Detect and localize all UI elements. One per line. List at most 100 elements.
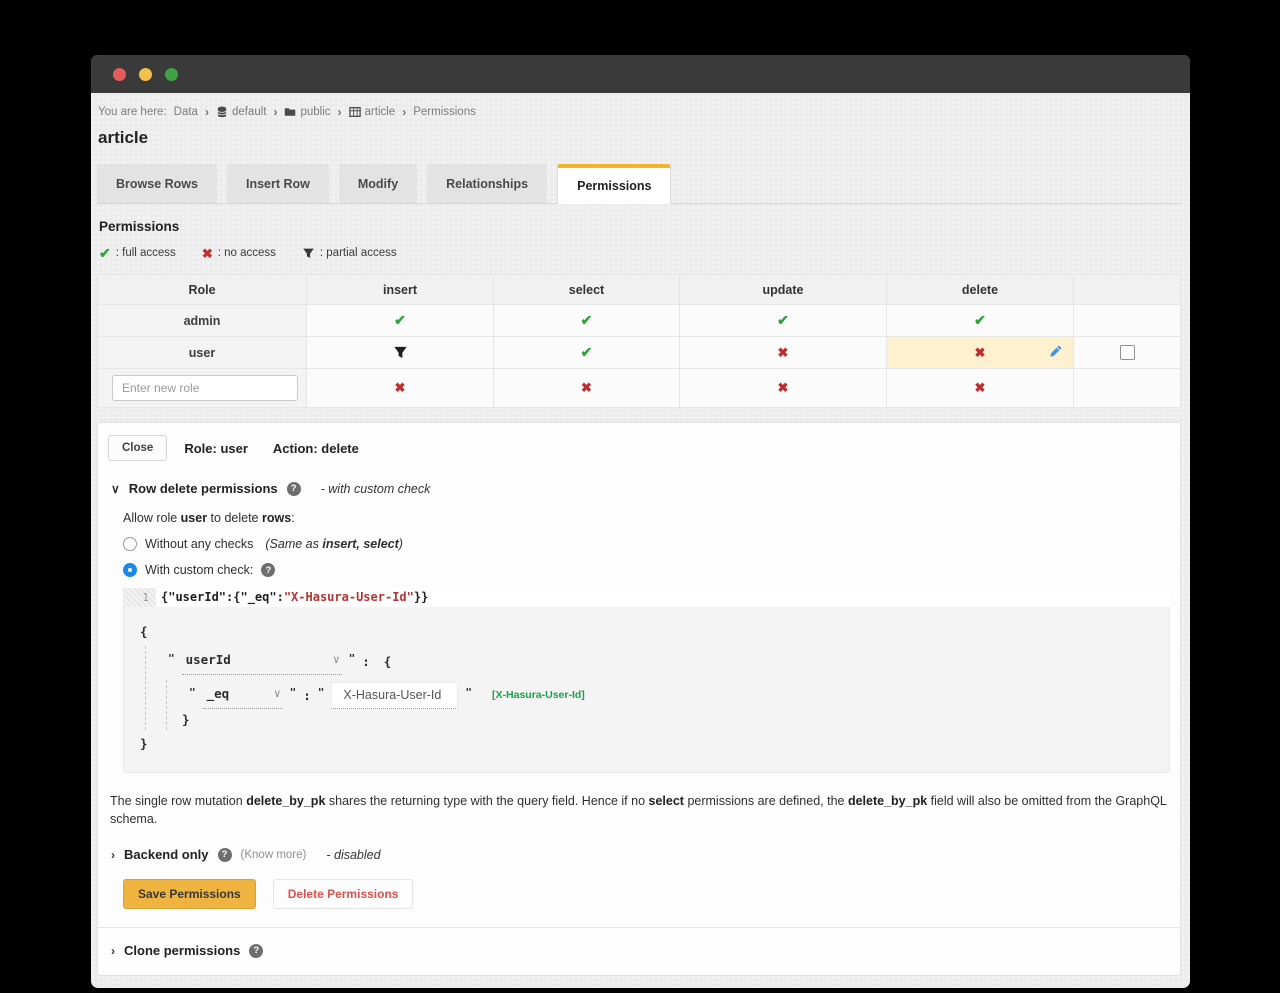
breadcrumb-item-public[interactable]: public — [284, 106, 330, 118]
role-label-user: user — [98, 337, 307, 369]
session-variable-suggestion[interactable]: [X-Hasura-User-Id] — [492, 689, 585, 701]
table-icon — [349, 106, 361, 118]
user-actions-cell — [1074, 337, 1181, 369]
cross-icon: ✖ — [581, 380, 592, 395]
column-header-delete: delete — [887, 275, 1074, 305]
admin-select-cell[interactable]: ✔ — [494, 305, 680, 337]
builder-key-row: " userId∨ " : { — [161, 646, 1157, 676]
builder-level-1: " userId∨ " : { " _eq∨ " : — [145, 646, 1157, 730]
zoom-window-icon[interactable] — [165, 68, 178, 81]
user-insert-cell[interactable] — [307, 337, 494, 369]
new-role-insert-cell[interactable]: ✖ — [307, 369, 494, 408]
line-number: 1 — [123, 588, 156, 607]
editor-role-label: Role: user — [184, 441, 248, 456]
close-button[interactable]: Close — [108, 435, 167, 461]
row-permissions-body: Allow role user to delete rows: Without … — [123, 511, 1170, 773]
close-window-icon[interactable] — [113, 68, 126, 81]
clone-permissions-section-header[interactable]: › Clone permissions ? — [108, 928, 1170, 975]
check-icon: ✔ — [581, 312, 593, 328]
table-row-admin: admin ✔ ✔ ✔ ✔ — [98, 305, 1181, 337]
permission-editor-panel: Close Role: user Action: delete ∨ Row de… — [97, 422, 1181, 976]
new-role-input[interactable] — [112, 375, 298, 401]
save-permissions-button[interactable]: Save Permissions — [123, 879, 256, 909]
tab-insert-row[interactable]: Insert Row — [227, 164, 329, 203]
value-input[interactable] — [331, 682, 458, 709]
tab-relationships[interactable]: Relationships — [427, 164, 547, 203]
breadcrumb-item-default[interactable]: default — [216, 106, 267, 118]
radio-without-checks[interactable]: Without any checks (Same as insert, sele… — [123, 537, 1170, 551]
builder-level-2: " _eq∨ " : " " [X-Hasura-User-Id] } — [166, 680, 1157, 730]
backend-only-status: - disabled — [326, 848, 380, 862]
backend-only-section-header[interactable]: › Backend only ? (Know more) - disabled — [111, 847, 1170, 862]
close-brace: } — [140, 734, 1157, 754]
check-icon: ✔ — [974, 312, 986, 328]
check-json-editor[interactable]: 1 {"userId":{"_eq":"X-Hasura-User-Id"}} — [123, 588, 1170, 607]
tab-modify[interactable]: Modify — [339, 164, 417, 203]
folder-icon — [284, 106, 296, 118]
column-header-update: update — [680, 275, 887, 305]
row-permissions-section-header[interactable]: ∨ Row delete permissions ? - with custom… — [111, 481, 1170, 496]
table-tabs: Browse Rows Insert Row Modify Relationsh… — [97, 164, 1181, 204]
new-role-delete-cell[interactable]: ✖ — [887, 369, 1074, 408]
builder-operator-row: " _eq∨ " : " " [X-Hasura-User-Id] — [182, 680, 1157, 710]
admin-delete-cell[interactable]: ✔ — [887, 305, 1074, 337]
operator-select-dropdown[interactable]: _eq∨ — [203, 682, 283, 709]
user-update-cell[interactable]: ✖ — [680, 337, 887, 369]
tab-browse-rows[interactable]: Browse Rows — [97, 164, 217, 203]
check-icon: ✔ — [99, 246, 111, 260]
column-select-dropdown[interactable]: userId∨ — [182, 648, 342, 675]
breadcrumb-separator: › — [338, 105, 342, 119]
breadcrumb-item-article[interactable]: article — [349, 106, 396, 118]
breadcrumb: You are here: Data › default › public › … — [98, 105, 1181, 119]
role-label-admin: admin — [98, 305, 307, 337]
radio-selected-icon[interactable] — [123, 563, 137, 577]
check-json-code[interactable]: {"userId":{"_eq":"X-Hasura-User-Id"}} — [156, 588, 1170, 607]
chevron-down-icon: ∨ — [111, 483, 120, 495]
cross-icon: ✖ — [778, 345, 789, 360]
user-delete-cell[interactable]: ✖ — [887, 337, 1074, 369]
legend-partial-access: : partial access — [302, 247, 397, 260]
help-icon[interactable]: ? — [218, 848, 232, 862]
page-title: article — [98, 128, 1181, 148]
minimize-window-icon[interactable] — [139, 68, 152, 81]
new-role-cell — [98, 369, 307, 408]
admin-insert-cell[interactable]: ✔ — [307, 305, 494, 337]
edit-pencil-icon[interactable] — [1049, 345, 1062, 361]
radio-with-custom-check[interactable]: With custom check: ? — [123, 563, 1170, 577]
column-header-role: Role — [98, 275, 307, 305]
help-icon[interactable]: ? — [287, 482, 301, 496]
clone-permissions-title: Clone permissions — [124, 943, 240, 958]
legend-no-access: ✖ : no access — [202, 247, 276, 260]
cross-icon: ✖ — [778, 380, 789, 395]
admin-update-cell[interactable]: ✔ — [680, 305, 887, 337]
tab-permissions[interactable]: Permissions — [557, 164, 671, 204]
chevron-right-icon: › — [111, 945, 115, 957]
permissions-legend: ✔ : full access ✖ : no access : partial … — [99, 246, 1181, 260]
allow-role-text: Allow role user to delete rows: — [123, 511, 1170, 525]
user-select-cell[interactable]: ✔ — [494, 337, 680, 369]
bulk-select-checkbox[interactable] — [1120, 345, 1135, 360]
editor-action-label: Action: delete — [273, 441, 359, 456]
breadcrumb-item-permissions[interactable]: Permissions — [413, 106, 476, 118]
help-icon[interactable]: ? — [249, 944, 263, 958]
app-window: You are here: Data › default › public › … — [91, 55, 1190, 988]
database-icon — [216, 106, 228, 118]
permissions-table: Role insert select update delete admin ✔… — [97, 274, 1181, 408]
console-content: You are here: Data › default › public › … — [91, 93, 1190, 988]
column-header-select: select — [494, 275, 680, 305]
close-brace: } — [182, 710, 1157, 730]
breadcrumb-item-data[interactable]: Data — [174, 106, 198, 118]
radio-unselected-icon[interactable] — [123, 537, 137, 551]
new-role-update-cell[interactable]: ✖ — [680, 369, 887, 408]
filter-icon — [302, 247, 315, 260]
filter-icon — [393, 345, 408, 359]
row-permissions-status: - with custom check — [321, 482, 431, 496]
legend-full-access: ✔ : full access — [99, 246, 176, 260]
breadcrumb-separator: › — [402, 105, 406, 119]
delete-permissions-button[interactable]: Delete Permissions — [273, 879, 414, 909]
new-role-select-cell[interactable]: ✖ — [494, 369, 680, 408]
know-more-link[interactable]: (Know more) — [241, 849, 307, 861]
check-icon: ✔ — [394, 312, 406, 328]
chevron-down-icon: ∨ — [333, 653, 340, 666]
help-icon[interactable]: ? — [261, 563, 275, 577]
